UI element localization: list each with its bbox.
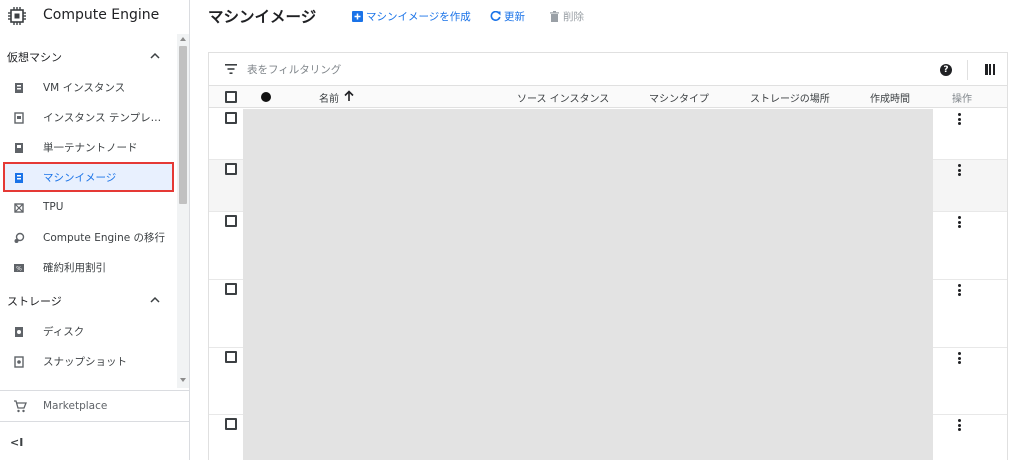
migrate-icon bbox=[14, 232, 25, 243]
sidebar-item-label: インスタンス テンプレー... bbox=[43, 111, 169, 124]
more-actions-icon[interactable] bbox=[958, 284, 962, 296]
sidebar-item-label: 単一テナントノード bbox=[43, 141, 138, 154]
column-header-actions: 操作 bbox=[952, 94, 972, 105]
section-label: 仮想マシン bbox=[7, 51, 62, 64]
row-checkbox[interactable] bbox=[225, 112, 237, 124]
redacted-table-content bbox=[243, 109, 933, 460]
section-label: ストレージ bbox=[7, 295, 62, 308]
chevron-up-icon bbox=[150, 296, 160, 303]
section-storage[interactable]: ストレージ bbox=[0, 286, 177, 316]
sidebar-item-label: Marketplace bbox=[43, 400, 108, 412]
sidebar-item-label: ディスク bbox=[43, 325, 85, 338]
snapshot-icon bbox=[14, 356, 24, 368]
section-virtual-machines[interactable]: 仮想マシン bbox=[0, 42, 177, 72]
more-actions-icon[interactable] bbox=[958, 419, 962, 431]
column-header-name[interactable]: 名前 bbox=[319, 90, 339, 105]
help-icon[interactable]: ? bbox=[940, 64, 952, 76]
sidebar-item-committed-use-discounts[interactable]: % 確約利用割引 bbox=[0, 252, 177, 282]
column-header-machine-type[interactable]: マシンタイプ bbox=[649, 90, 709, 105]
more-actions-icon[interactable] bbox=[958, 216, 962, 228]
create-label: マシンイメージを作成 bbox=[366, 10, 471, 23]
column-header-source-instance[interactable]: ソース インスタンス bbox=[517, 90, 609, 105]
app-window: Compute Engine 仮想マシン VM インスタンス インスタンス テン… bbox=[0, 0, 1024, 460]
delete-button[interactable]: 削除 bbox=[549, 8, 584, 24]
cart-icon bbox=[14, 400, 27, 413]
create-machine-image-button[interactable]: マシンイメージを作成 bbox=[352, 8, 471, 24]
sidebar-item-tpu[interactable]: TPU bbox=[0, 192, 177, 222]
sidebar-item-disks[interactable]: ディスク bbox=[0, 316, 177, 346]
refresh-icon bbox=[490, 10, 501, 21]
column-header-created[interactable]: 作成時間 bbox=[870, 90, 910, 105]
collapse-sidebar-button[interactable]: <I bbox=[10, 436, 23, 449]
filter-input[interactable] bbox=[247, 61, 847, 79]
sidebar-item-label: VM インスタンス bbox=[43, 81, 126, 94]
refresh-label: 更新 bbox=[504, 10, 525, 23]
add-box-icon bbox=[352, 10, 363, 22]
more-actions-icon[interactable] bbox=[958, 164, 962, 176]
sidebar: Compute Engine 仮想マシン VM インスタンス インスタンス テン… bbox=[0, 0, 190, 460]
row-checkbox[interactable] bbox=[225, 283, 237, 295]
scroll-down-icon[interactable] bbox=[180, 378, 186, 382]
row-checkbox[interactable] bbox=[225, 215, 237, 227]
row-checkbox[interactable] bbox=[225, 163, 237, 175]
sidebar-item-migrate[interactable]: Compute Engine の移行 bbox=[0, 222, 177, 252]
row-checkbox[interactable] bbox=[225, 418, 237, 430]
sidebar-item-label: Compute Engine の移行 bbox=[43, 231, 166, 244]
sidebar-item-marketplace[interactable]: Marketplace bbox=[0, 390, 190, 422]
column-header-storage-location[interactable]: ストレージの場所 bbox=[750, 90, 830, 105]
discount-icon: % bbox=[14, 264, 24, 273]
sidebar-nav: 仮想マシン VM インスタンス インスタンス テンプレー... 単一テナントノー… bbox=[0, 40, 177, 388]
chevron-up-icon bbox=[150, 52, 160, 59]
tpu-icon bbox=[14, 203, 24, 213]
sidebar-item-label: TPU bbox=[43, 201, 64, 213]
sidebar-item-label: 確約利用割引 bbox=[43, 261, 106, 274]
svg-text:%: % bbox=[16, 266, 22, 273]
sidebar-scroll-thumb[interactable] bbox=[179, 46, 187, 204]
sidebar-item-instance-templates[interactable]: インスタンス テンプレー... bbox=[0, 102, 177, 132]
filter-icon bbox=[225, 64, 237, 74]
disk-icon bbox=[15, 327, 23, 337]
machine-image-icon bbox=[15, 173, 23, 183]
column-display-options-icon[interactable] bbox=[985, 64, 995, 75]
product-title: Compute Engine bbox=[43, 7, 160, 23]
chip-icon bbox=[8, 7, 26, 25]
toolbar-divider bbox=[967, 60, 968, 80]
product-header[interactable]: Compute Engine bbox=[0, 0, 190, 32]
vm-instance-icon bbox=[15, 83, 23, 93]
select-all-checkbox[interactable] bbox=[225, 91, 237, 103]
table-header: 名前 ソース インスタンス マシンタイプ ストレージの場所 作成時間 操作 bbox=[209, 86, 1007, 108]
page-title: マシンイメージ bbox=[208, 8, 317, 26]
sort-ascending-icon[interactable] bbox=[343, 90, 355, 102]
more-actions-icon[interactable] bbox=[958, 352, 962, 364]
sidebar-item-sole-tenant-nodes[interactable]: 単一テナントノード bbox=[0, 132, 177, 162]
more-actions-icon[interactable] bbox=[958, 113, 962, 125]
machine-images-table: ? 名前 ソース インスタンス マシンタイプ ストレージの場所 作成時間 操作 bbox=[208, 52, 1008, 460]
sidebar-item-label: マシンイメージ bbox=[43, 171, 117, 184]
status-column-icon bbox=[261, 92, 271, 102]
filter-bar: ? bbox=[209, 53, 1007, 86]
instance-template-icon bbox=[14, 112, 24, 124]
sidebar-item-snapshots[interactable]: スナップショット bbox=[0, 346, 177, 376]
sidebar-item-label: スナップショット bbox=[43, 355, 127, 368]
sidebar-item-vm-instances[interactable]: VM インスタンス bbox=[0, 72, 177, 102]
sidebar-item-machine-images[interactable]: マシンイメージ bbox=[3, 162, 174, 192]
scroll-up-icon[interactable] bbox=[180, 37, 186, 41]
delete-label: 削除 bbox=[563, 10, 584, 23]
row-checkbox[interactable] bbox=[225, 351, 237, 363]
refresh-button[interactable]: 更新 bbox=[490, 8, 525, 24]
trash-icon bbox=[550, 10, 559, 22]
sole-tenant-icon bbox=[15, 143, 23, 153]
